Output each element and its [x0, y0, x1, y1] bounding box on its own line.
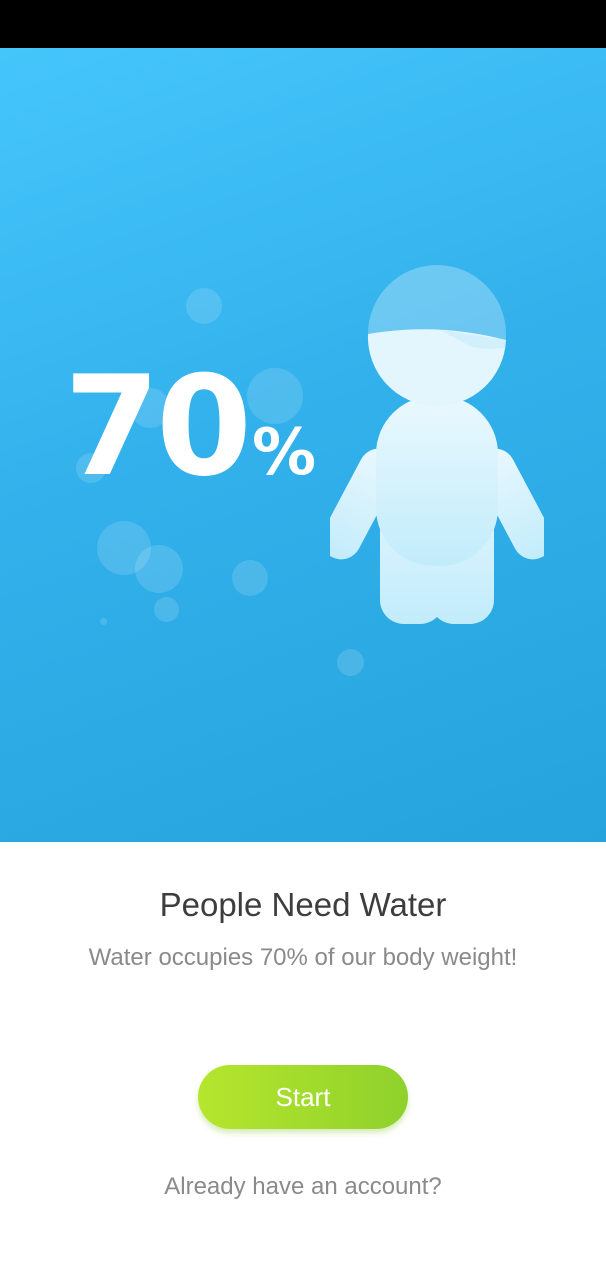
bubble-decoration: [100, 618, 107, 625]
page-title: People Need Water: [159, 886, 447, 923]
onboarding-content: People Need Water Water occupies 70% of …: [0, 842, 606, 1280]
water-person-icon: [330, 265, 544, 624]
bubble-decoration: [135, 545, 183, 593]
percent-unit: %: [252, 416, 317, 490]
login-link[interactable]: Already have an account?: [0, 1173, 606, 1201]
bubble-decoration: [186, 288, 222, 324]
start-button[interactable]: Start: [198, 1065, 408, 1129]
bubble-decoration: [154, 597, 179, 622]
percent-display: 70%: [64, 358, 316, 496]
status-bar: [0, 0, 606, 48]
bubble-decoration: [232, 560, 268, 596]
percent-value: 70: [64, 346, 252, 507]
page-subtitle: Water occupies 70% of our body weight!: [88, 944, 518, 971]
hero-illustration: 70%: [0, 48, 606, 842]
bubble-decoration: [337, 649, 364, 676]
